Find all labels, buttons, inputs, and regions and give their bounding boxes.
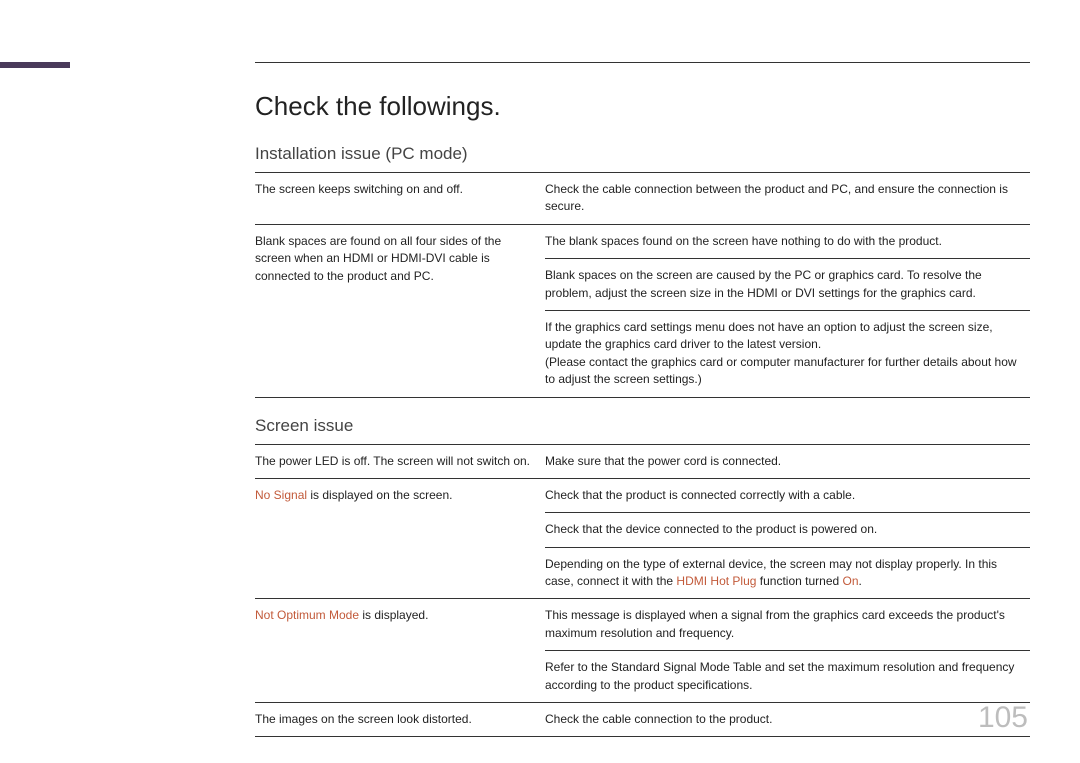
table-row: Blank spaces are found on all four sides… <box>255 224 1030 258</box>
section-heading-screen: Screen issue <box>255 416 1030 436</box>
page-title: Check the followings. <box>255 91 1030 122</box>
table-row: The images on the screen look distorted.… <box>255 703 1030 737</box>
table-row: Not Optimum Mode is displayed. This mess… <box>255 599 1030 651</box>
section-heading-installation: Installation issue (PC mode) <box>255 144 1030 164</box>
issue-symptom: The screen keeps switching on and off. <box>255 173 545 224</box>
issue-symptom: Not Optimum Mode is displayed. <box>255 599 545 703</box>
issue-solution: Check the cable connection to the produc… <box>545 703 1030 737</box>
top-divider <box>255 62 1030 63</box>
issue-solution: Depending on the type of external device… <box>545 547 1030 599</box>
symptom-text: is displayed on the screen. <box>307 488 452 502</box>
keyword-hdmi-hot-plug: HDMI Hot Plug <box>676 574 756 588</box>
issue-symptom: Blank spaces are found on all four sides… <box>255 224 545 397</box>
issue-symptom: The images on the screen look distorted. <box>255 703 545 737</box>
page-number: 105 <box>978 701 1028 735</box>
issue-solution: Check the cable connection between the p… <box>545 173 1030 224</box>
table-row: The screen keeps switching on and off. C… <box>255 173 1030 224</box>
symptom-text: is displayed. <box>359 608 428 622</box>
page-content: Check the followings. Installation issue… <box>255 62 1030 737</box>
installation-issue-table: The screen keeps switching on and off. C… <box>255 173 1030 398</box>
issue-solution: This message is displayed when a signal … <box>545 599 1030 651</box>
solution-text: . <box>859 574 862 588</box>
issue-solution: Check that the device connected to the p… <box>545 513 1030 547</box>
issue-solution: Blank spaces on the screen are caused by… <box>545 259 1030 311</box>
side-tab-marker <box>0 62 70 68</box>
keyword-not-optimum-mode: Not Optimum Mode <box>255 608 359 622</box>
issue-solution: Check that the product is connected corr… <box>545 478 1030 512</box>
solution-text-line: (Please contact the graphics card or com… <box>545 355 1017 386</box>
issue-solution: The blank spaces found on the screen hav… <box>545 224 1030 258</box>
issue-solution: Make sure that the power cord is connect… <box>545 445 1030 479</box>
issue-solution: If the graphics card settings menu does … <box>545 310 1030 397</box>
table-row: The power LED is off. The screen will no… <box>255 445 1030 479</box>
table-row: No Signal is displayed on the screen. Ch… <box>255 478 1030 512</box>
issue-symptom: The power LED is off. The screen will no… <box>255 445 545 479</box>
solution-text: function turned <box>756 574 842 588</box>
screen-issue-table: The power LED is off. The screen will no… <box>255 445 1030 738</box>
issue-symptom: No Signal is displayed on the screen. <box>255 478 545 599</box>
issue-solution: Refer to the Standard Signal Mode Table … <box>545 651 1030 703</box>
solution-text-line: If the graphics card settings menu does … <box>545 320 993 351</box>
keyword-no-signal: No Signal <box>255 488 307 502</box>
keyword-on: On <box>843 574 859 588</box>
